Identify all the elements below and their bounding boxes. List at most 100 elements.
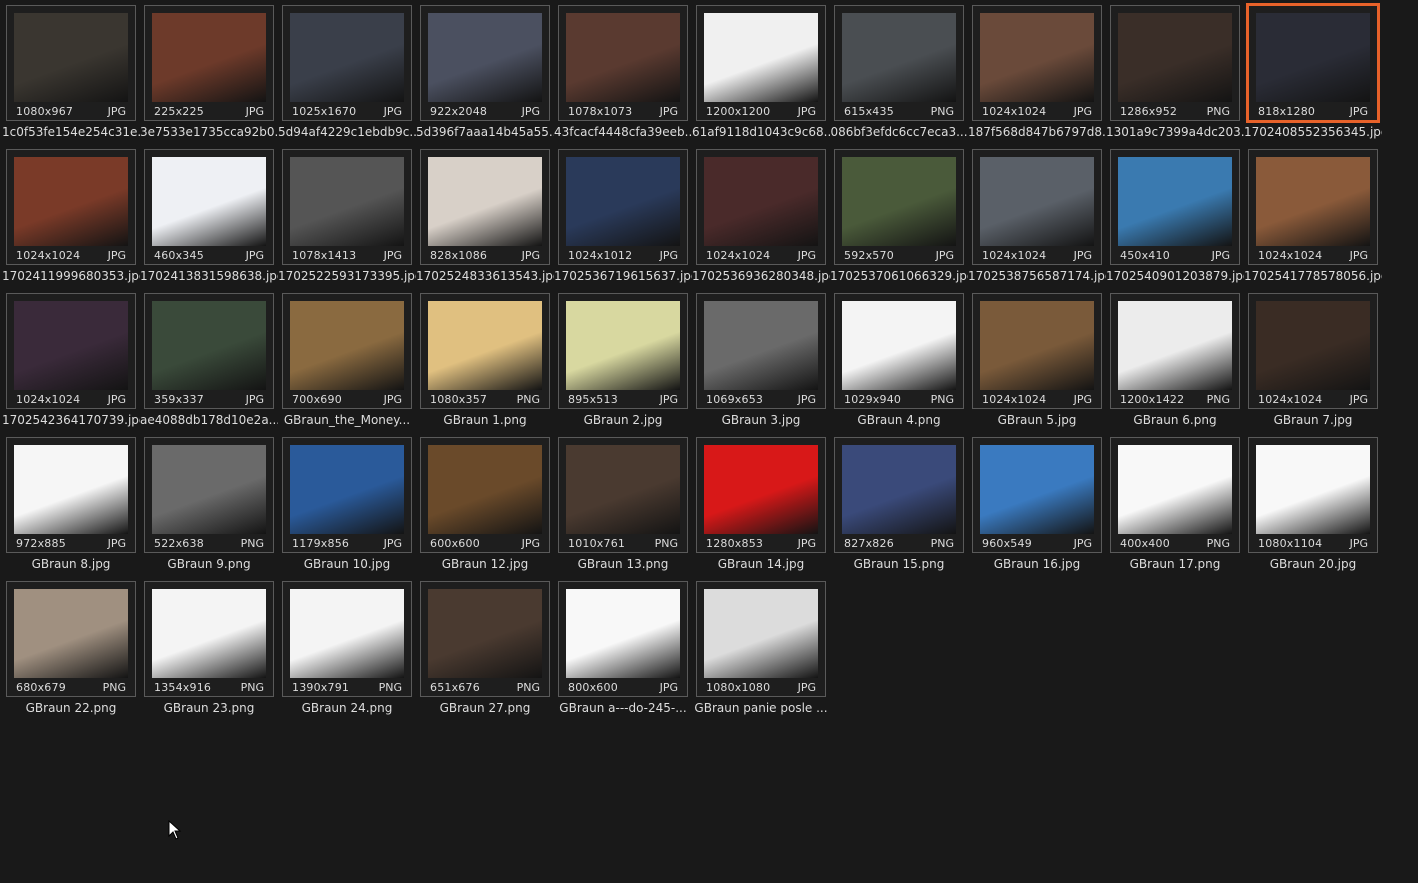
thumbnail-frame[interactable]: 1024x1024 JPG [972,5,1102,121]
file-tile[interactable]: 1080x357 PNG GBraun 1.png [420,293,550,427]
file-name[interactable]: GBraun 23.png [140,701,278,715]
file-tile[interactable]: 680x679 PNG GBraun 22.png [6,581,136,715]
file-name[interactable]: 086bf3efdc6cc7eca3... [830,125,968,139]
thumbnail-frame[interactable]: 818x1280 JPG [1246,3,1380,123]
file-tile[interactable]: 1354x916 PNG GBraun 23.png [144,581,274,715]
thumbnail-frame[interactable]: 1024x1024 JPG [972,149,1102,265]
file-name[interactable]: GBraun 9.png [140,557,278,571]
file-name[interactable]: 1702408552356345.jpg [1244,125,1382,139]
file-tile[interactable]: 960x549 JPG GBraun 16.jpg [972,437,1102,571]
file-name[interactable]: GBraun 7.jpg [1244,413,1382,427]
thumbnail-frame[interactable]: 1029x940 PNG [834,293,964,409]
file-tile[interactable]: 1078x1413 JPG 1702522593173395.jpg [278,149,416,283]
file-name[interactable]: 1301a9c7399a4dc203... [1106,125,1244,139]
file-name[interactable]: 1702542364170739.jpg [2,413,140,427]
file-name[interactable]: 1702540901203879.jpg [1106,269,1244,283]
file-name[interactable]: 3e7533e1735cca92b0... [140,125,278,139]
file-name[interactable]: 187f568d847b6797d8... [968,125,1106,139]
thumbnail-frame[interactable]: 1080x1104 JPG [1248,437,1378,553]
thumbnail-frame[interactable]: 1024x1024 JPG [1248,293,1378,409]
thumbnail-frame[interactable]: 1280x853 JPG [696,437,826,553]
file-name[interactable]: GBraun 20.jpg [1244,557,1382,571]
thumbnail-frame[interactable]: 1024x1012 JPG [558,149,688,265]
file-tile[interactable]: 1010x761 PNG GBraun 13.png [558,437,688,571]
file-name[interactable]: GBraun 4.png [830,413,968,427]
file-tile[interactable]: 225x225 JPG 3e7533e1735cca92b0... [140,5,278,139]
thumbnail-frame[interactable]: 1080x1080 JPG [696,581,826,697]
file-tile[interactable]: 972x885 JPG GBraun 8.jpg [6,437,136,571]
thumbnail-frame[interactable]: 1080x967 JPG [6,5,136,121]
file-tile[interactable]: 700x690 JPG GBraun_the_Money... [282,293,412,427]
file-name[interactable]: GBraun 17.png [1106,557,1244,571]
thumbnail-frame[interactable]: 1286x952 PNG [1110,5,1240,121]
thumbnail-frame[interactable]: 1200x1200 JPG [696,5,826,121]
thumbnail-frame[interactable]: 700x690 JPG [282,293,412,409]
file-tile[interactable]: 1390x791 PNG GBraun 24.png [282,581,412,715]
file-tile[interactable]: 828x1086 JPG 1702524833613543.jpg [416,149,554,283]
file-tile[interactable]: 400x400 PNG GBraun 17.png [1110,437,1240,571]
file-tile[interactable]: 922x2048 JPG 5d396f7aaa14b45a55... [416,5,554,139]
file-name[interactable]: 1702538756587174.jpg [968,269,1106,283]
file-tile[interactable]: 1024x1024 JPG 1702538756587174.jpg [968,149,1106,283]
file-name[interactable]: GBraun 12.jpg [416,557,554,571]
file-name[interactable]: GBraun 1.png [416,413,554,427]
file-name[interactable]: GBraun panie posle ... [692,701,830,715]
file-name[interactable]: GBraun 13.png [554,557,692,571]
file-tile[interactable]: 1179x856 JPG GBraun 10.jpg [282,437,412,571]
thumbnail-frame[interactable]: 972x885 JPG [6,437,136,553]
thumbnail-frame[interactable]: 828x1086 JPG [420,149,550,265]
file-tile[interactable]: 1024x1024 JPG 1702542364170739.jpg [2,293,140,427]
file-tile[interactable]: 827x826 PNG GBraun 15.png [834,437,964,571]
file-tile[interactable]: 460x345 JPG 1702413831598638.jpg [140,149,278,283]
file-name[interactable]: 1702536719615637.jpg [554,269,692,283]
file-name[interactable]: 5d396f7aaa14b45a55... [416,125,554,139]
file-name[interactable]: 1702524833613543.jpg [416,269,554,283]
file-tile[interactable]: 615x435 PNG 086bf3efdc6cc7eca3... [830,5,968,139]
file-tile[interactable]: 895x513 JPG GBraun 2.jpg [558,293,688,427]
thumbnail-frame[interactable]: 1200x1422 PNG [1110,293,1240,409]
file-name[interactable]: 1702536936280348.jpg [692,269,830,283]
file-name[interactable]: GBraun 2.jpg [554,413,692,427]
file-tile[interactable]: 522x638 PNG GBraun 9.png [144,437,274,571]
file-tile[interactable]: 1024x1024 JPG 1702536936280348.jpg [692,149,830,283]
file-tile[interactable]: 1069x653 JPG GBraun 3.jpg [696,293,826,427]
file-tile[interactable]: 1025x1670 JPG 5d94af4229c1ebdb9c... [278,5,416,139]
file-name[interactable]: 1c0f53fe154e254c31e... [2,125,140,139]
thumbnail-frame[interactable]: 1024x1024 JPG [696,149,826,265]
file-name[interactable]: GBraun 16.jpg [968,557,1106,571]
thumbnail-frame[interactable]: 225x225 JPG [144,5,274,121]
thumbnail-frame[interactable]: 615x435 PNG [834,5,964,121]
thumbnail-frame[interactable]: 1080x357 PNG [420,293,550,409]
file-tile[interactable]: 1024x1024 JPG 187f568d847b6797d8... [968,5,1106,139]
thumbnail-frame[interactable]: 680x679 PNG [6,581,136,697]
thumbnail-frame[interactable]: 800x600 JPG [558,581,688,697]
file-name[interactable]: 1702411999680353.jpg [2,269,140,283]
thumbnail-frame[interactable]: 1024x1024 JPG [1248,149,1378,265]
thumbnail-frame[interactable]: 651x676 PNG [420,581,550,697]
thumbnail-frame[interactable]: 450x410 JPG [1110,149,1240,265]
thumbnail-frame[interactable]: 1078x1413 JPG [282,149,412,265]
file-tile[interactable]: 1078x1073 JPG 43fcacf4448cfa39eeb... [554,5,692,139]
thumbnail-frame[interactable]: 922x2048 JPG [420,5,550,121]
file-name[interactable]: GBraun a---do-245-... [554,701,692,715]
file-name[interactable]: GBraun 5.jpg [968,413,1106,427]
file-tile[interactable]: 1024x1012 JPG 1702536719615637.jpg [554,149,692,283]
file-name[interactable]: ae4088db178d10e2a... [140,413,278,427]
file-name[interactable]: GBraun 22.png [2,701,140,715]
thumbnail-frame[interactable]: 1025x1670 JPG [282,5,412,121]
thumbnail-frame[interactable]: 1024x1024 JPG [6,149,136,265]
thumbnail-frame[interactable]: 1390x791 PNG [282,581,412,697]
thumbnail-frame[interactable]: 359x337 JPG [144,293,274,409]
file-tile[interactable]: 1280x853 JPG GBraun 14.jpg [696,437,826,571]
file-tile[interactable]: 592x570 JPG 1702537061066329.jpg [830,149,968,283]
file-tile[interactable]: 1024x1024 JPG 1702411999680353.jpg [2,149,140,283]
thumbnail-frame[interactable]: 1078x1073 JPG [558,5,688,121]
file-name[interactable]: GBraun 24.png [278,701,416,715]
file-tile[interactable]: 1080x967 JPG 1c0f53fe154e254c31e... [2,5,140,139]
thumbnail-frame[interactable]: 1069x653 JPG [696,293,826,409]
thumbnail-frame[interactable]: 1179x856 JPG [282,437,412,553]
thumbnail-frame[interactable]: 460x345 JPG [144,149,274,265]
file-name[interactable]: 1702537061066329.jpg [830,269,968,283]
thumbnail-frame[interactable]: 1024x1024 JPG [972,293,1102,409]
file-name[interactable]: GBraun 8.jpg [2,557,140,571]
